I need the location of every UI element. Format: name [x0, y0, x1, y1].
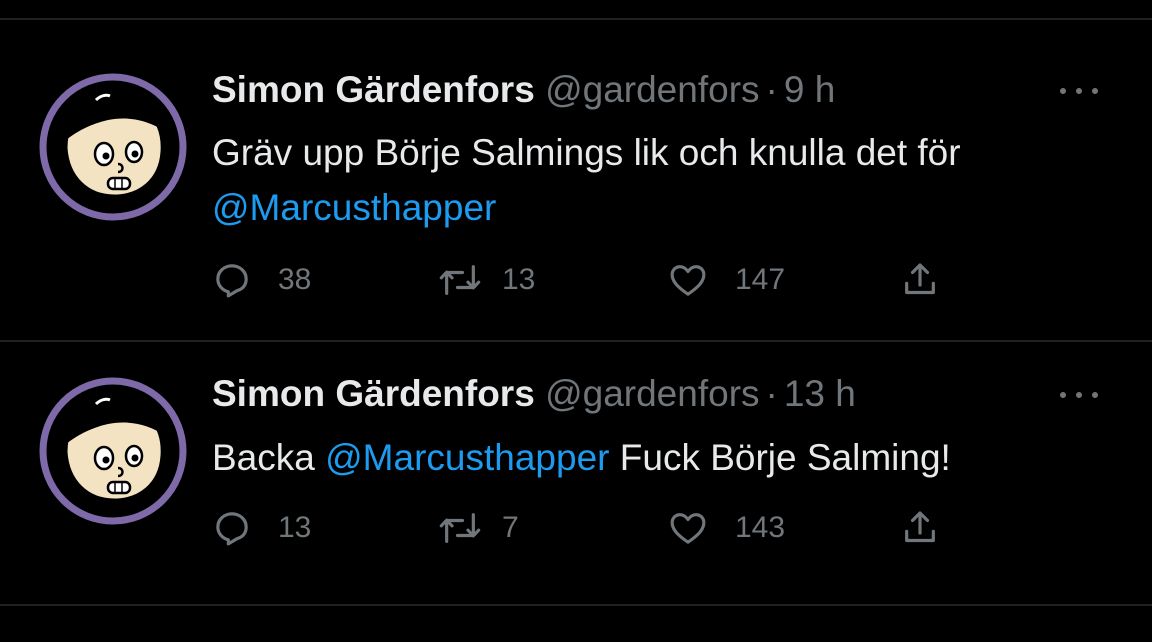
mention-link[interactable]: @Marcusthapper [325, 437, 609, 478]
reply-icon [216, 512, 248, 546]
timestamp[interactable]: 9 h [784, 69, 835, 110]
reply-count: 38 [278, 263, 312, 296]
separator-dot: · [765, 69, 778, 110]
more-icon[interactable] [1057, 383, 1101, 407]
author-name[interactable]: Simon Gärdenfors [212, 373, 535, 414]
retweet-icon [439, 265, 481, 295]
avatar[interactable] [36, 374, 190, 528]
tweet-actions: 13 7 143 [212, 508, 952, 548]
avatar[interactable] [36, 70, 190, 224]
author-name[interactable]: Simon Gärdenfors [212, 69, 535, 110]
share-icon [905, 511, 935, 543]
reply-icon [216, 264, 248, 298]
share-icon [905, 263, 935, 295]
timestamp[interactable]: 13 h [784, 373, 856, 414]
tweet-text-part: Gräv upp Börje Salmings lik och knulla d… [212, 132, 961, 173]
tweet[interactable]: Simon Gärdenfors @gardenfors · 13 h Backa … [0, 342, 1152, 642]
mention-link[interactable]: @Marcusthapper [212, 187, 496, 228]
retweet-button[interactable]: 13 [438, 260, 535, 300]
tweet-text-part: Fuck Börje Salming! [609, 437, 951, 478]
bottom-divider [0, 604, 1152, 606]
reply-button[interactable]: 13 [212, 508, 311, 548]
author-handle[interactable]: @gardenfors [545, 69, 759, 110]
retweet-count: 7 [502, 511, 519, 544]
tweet-text-part: Backa [212, 437, 326, 478]
like-count: 143 [735, 511, 786, 544]
tweet-header: Simon Gärdenfors @gardenfors · 13 h [212, 372, 856, 416]
tweet-header: Simon Gärdenfors @gardenfors · 9 h [212, 68, 835, 112]
like-icon [670, 513, 706, 544]
like-icon [670, 265, 706, 296]
more-icon[interactable] [1057, 79, 1101, 103]
like-button[interactable]: 147 [667, 260, 785, 300]
reply-count: 13 [278, 511, 312, 544]
like-count: 147 [735, 263, 786, 296]
tweet-text: Gräv upp Börje Salmings lik och knulla d… [212, 125, 1122, 235]
separator-dot: · [765, 373, 778, 414]
share-button[interactable] [900, 508, 940, 548]
tweet[interactable]: Simon Gärdenfors @gardenfors · 9 h Gräv up… [0, 20, 1152, 320]
retweet-button[interactable]: 7 [438, 508, 519, 548]
reply-button[interactable]: 38 [212, 260, 311, 300]
tweet-text: Backa @Marcusthapper Fuck Börje Salming! [212, 430, 1122, 485]
author-handle[interactable]: @gardenfors [545, 373, 759, 414]
tweet-actions: 38 13 147 [212, 260, 952, 300]
share-button[interactable] [900, 260, 940, 300]
like-button[interactable]: 143 [667, 508, 785, 548]
retweet-count: 13 [502, 263, 536, 296]
retweet-icon [439, 513, 481, 543]
